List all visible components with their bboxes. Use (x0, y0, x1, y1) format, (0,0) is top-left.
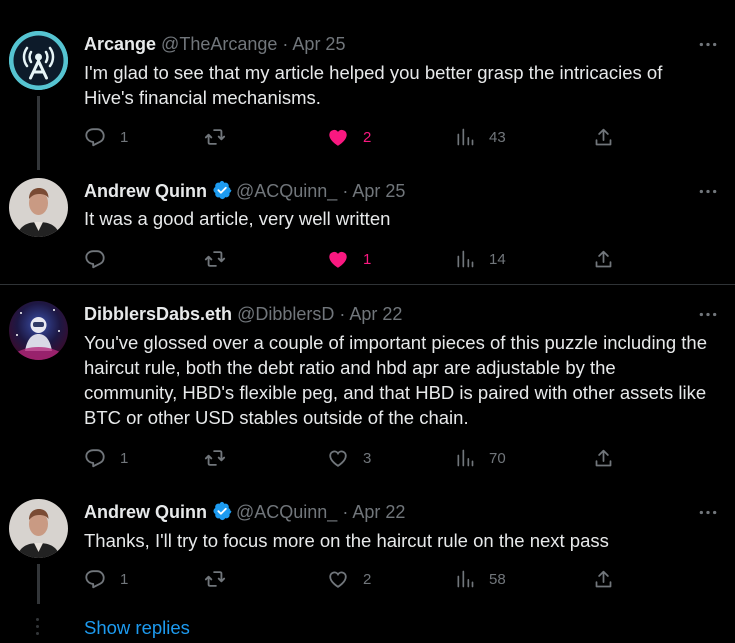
like-icon (327, 126, 349, 148)
like-count: 2 (363, 128, 372, 146)
like-button[interactable]: 3 (327, 447, 371, 469)
share-icon (593, 127, 614, 148)
retweet-button[interactable] (204, 126, 240, 148)
tweet-header: Andrew Quinn @ACQuinn_ · Apr 22 (84, 501, 405, 526)
share-button[interactable] (593, 248, 614, 270)
more-icon[interactable] (696, 304, 720, 324)
retweet-button[interactable] (204, 248, 240, 270)
separator-dot: · (339, 304, 346, 324)
author-handle[interactable]: @TheArcange (161, 34, 277, 54)
share-button[interactable] (593, 568, 614, 590)
tweet-date[interactable]: Apr 25 (292, 34, 345, 54)
author-handle[interactable]: @ACQuinn_ (236, 502, 337, 522)
reply-icon (84, 447, 106, 469)
reply-icon (84, 568, 106, 590)
tweet-arcange[interactable]: Arcange @TheArcange · Apr 25 I'm glad to… (0, 0, 735, 170)
author-handle[interactable]: @ACQuinn_ (236, 181, 337, 201)
tweet-date[interactable]: Apr 25 (352, 181, 405, 201)
share-icon (593, 569, 614, 590)
author-handle[interactable]: @DibblersD (237, 304, 334, 324)
verified-badge-icon (212, 180, 232, 205)
views-button[interactable]: 70 (455, 447, 506, 469)
tweet-header: Arcange @TheArcange · Apr 25 (84, 33, 345, 55)
reply-button[interactable] (84, 248, 120, 270)
tweet-dibblersdabs[interactable]: DibblersDabs.eth @DibblersD · Apr 22 You… (0, 285, 735, 485)
views-button[interactable]: 14 (455, 248, 506, 270)
separator-dot: · (342, 181, 349, 201)
author-name[interactable]: Andrew Quinn (84, 181, 207, 201)
views-count: 58 (489, 570, 506, 588)
retweet-icon (204, 568, 226, 590)
thread-continuation-dots (36, 618, 40, 640)
views-icon (455, 249, 475, 269)
retweet-icon (204, 447, 226, 469)
separator-dot: · (342, 502, 349, 522)
share-button[interactable] (593, 126, 614, 148)
avatar-portrait[interactable] (9, 178, 68, 237)
reply-button[interactable]: 1 (84, 568, 128, 590)
like-icon (327, 568, 349, 590)
views-count: 43 (489, 128, 506, 146)
author-name[interactable]: Andrew Quinn (84, 502, 207, 522)
views-icon (455, 127, 475, 147)
views-icon (455, 448, 475, 468)
like-icon (327, 447, 349, 469)
thread-line (37, 96, 40, 170)
tweet-header: DibblersDabs.eth @DibblersD · Apr 22 (84, 303, 402, 325)
share-button[interactable] (593, 447, 614, 469)
reply-button[interactable]: 1 (84, 447, 128, 469)
retweet-button[interactable] (204, 447, 240, 469)
tweet-header: Andrew Quinn @ACQuinn_ · Apr 25 (84, 180, 405, 205)
avatar-space-art[interactable] (9, 301, 68, 360)
retweet-icon (204, 126, 226, 148)
like-button[interactable]: 2 (327, 126, 371, 148)
reply-icon (84, 126, 106, 148)
tweet-date[interactable]: Apr 22 (352, 502, 405, 522)
views-count: 14 (489, 250, 506, 268)
tweet-text: Thanks, I'll try to focus more on the ha… (84, 530, 609, 551)
tweet-date[interactable]: Apr 22 (349, 304, 402, 324)
like-icon (327, 248, 349, 270)
reply-count: 1 (120, 128, 129, 146)
more-icon[interactable] (696, 181, 720, 201)
reply-count: 1 (120, 449, 129, 467)
reply-button[interactable]: 1 (84, 126, 128, 148)
like-count: 2 (363, 570, 372, 588)
tweet-text: It was a good article, very well written (84, 208, 391, 229)
retweet-button[interactable] (204, 568, 240, 590)
like-count: 1 (363, 250, 372, 268)
author-name[interactable]: Arcange (84, 34, 156, 54)
reply-count: 1 (120, 570, 129, 588)
tweet-text: You've glossed over a couple of importan… (84, 332, 707, 428)
thread-line (37, 564, 40, 604)
more-icon[interactable] (696, 502, 720, 522)
views-button[interactable]: 58 (455, 568, 506, 590)
avatar-portrait[interactable] (9, 499, 68, 558)
like-button[interactable]: 2 (327, 568, 371, 590)
retweet-icon (204, 248, 226, 270)
more-icon[interactable] (696, 34, 720, 54)
avatar-hive-logo[interactable] (9, 31, 68, 90)
show-replies-link[interactable]: Show replies (84, 617, 190, 639)
tweet-text: I'm glad to see that my article helped y… (84, 62, 663, 108)
views-icon (455, 569, 475, 589)
share-icon (593, 249, 614, 270)
verified-badge-icon (212, 501, 232, 526)
views-count: 70 (489, 449, 506, 467)
tweet-andrew-quinn-1[interactable]: Andrew Quinn @ACQuinn_ · Apr 25 It was a … (0, 170, 735, 283)
share-icon (593, 448, 614, 469)
like-count: 3 (363, 449, 372, 467)
separator-dot: · (282, 34, 289, 54)
author-name[interactable]: DibblersDabs.eth (84, 304, 232, 324)
views-button[interactable]: 43 (455, 126, 506, 148)
reply-icon (84, 248, 106, 270)
like-button[interactable]: 1 (327, 248, 371, 270)
